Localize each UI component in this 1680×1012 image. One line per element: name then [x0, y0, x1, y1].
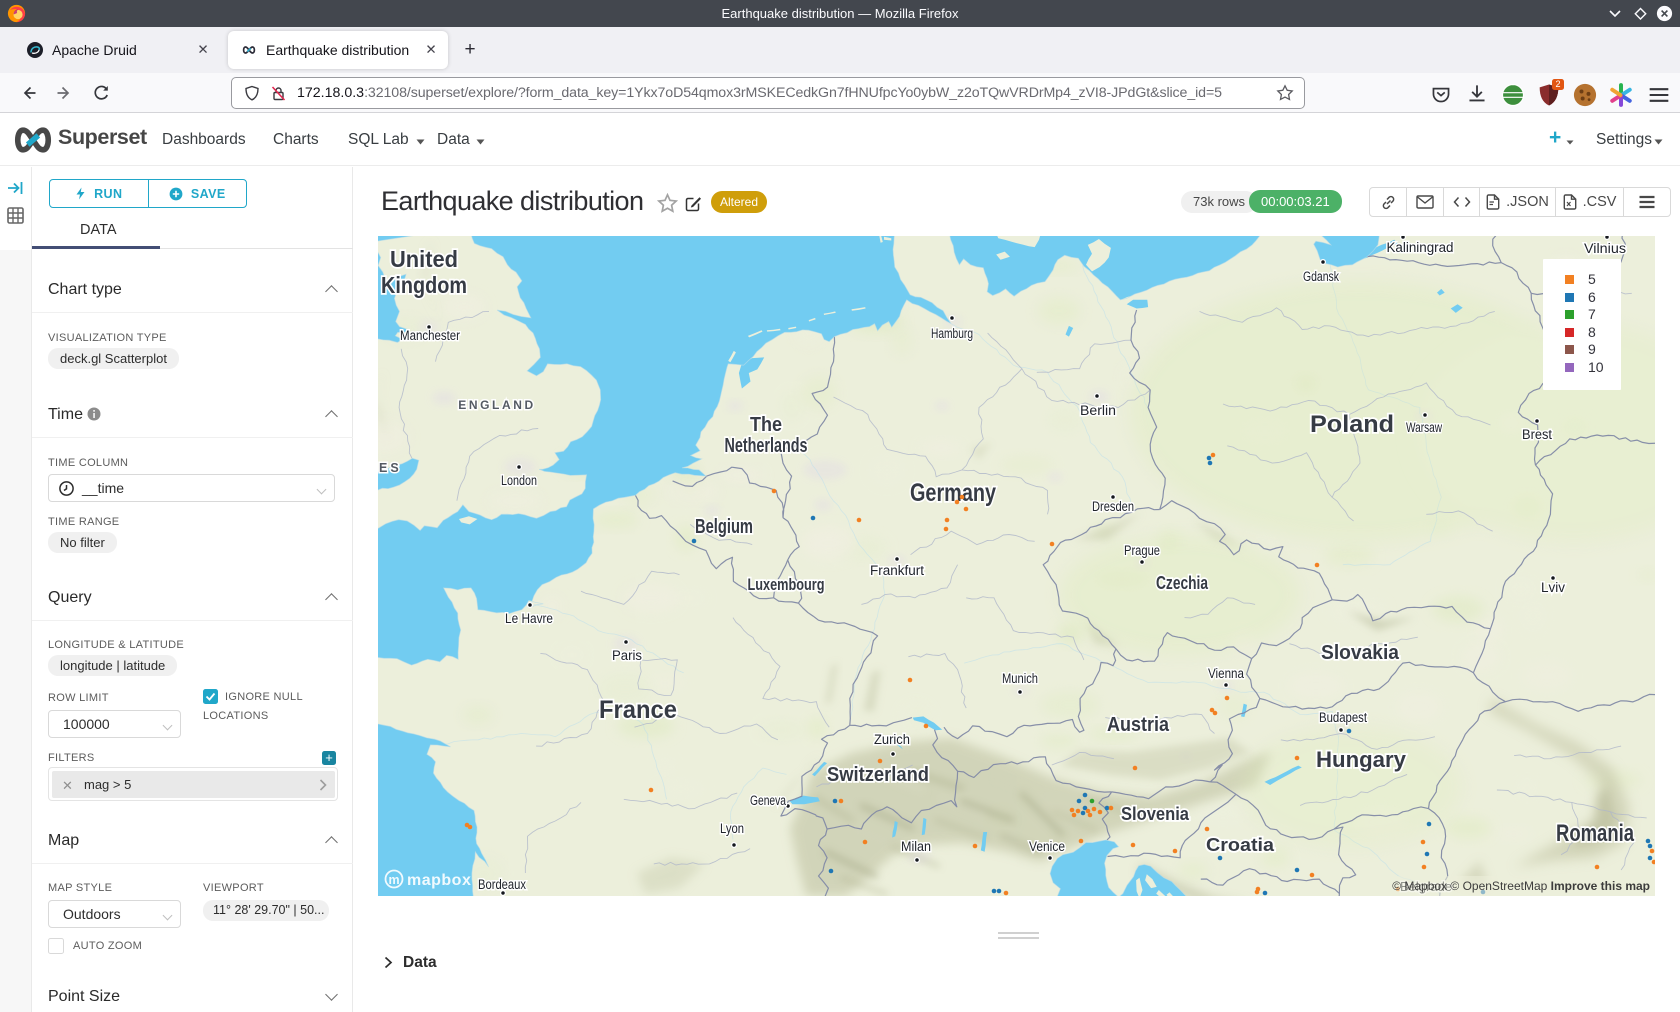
svg-text:London: London [501, 473, 537, 488]
svg-text:Switzerland: Switzerland [827, 764, 929, 786]
svg-text:m: m [389, 873, 400, 887]
svg-text:Zurich: Zurich [874, 732, 910, 747]
svg-text:Munich: Munich [1002, 671, 1038, 686]
svg-text:Croatia: Croatia [1206, 835, 1275, 855]
svg-text:Netherlands: Netherlands [725, 435, 808, 457]
svg-text:Poland: Poland [1310, 411, 1394, 438]
svg-text:© Mapbox © OpenStreetMap Impro: © Mapbox © OpenStreetMap Improve this ma… [1392, 879, 1650, 893]
svg-text:Kaliningrad: Kaliningrad [1387, 240, 1454, 255]
svg-text:Luxembourg: Luxembourg [748, 576, 825, 594]
svg-text:Frankfurt: Frankfurt [870, 563, 924, 578]
svg-text:ES: ES [379, 461, 402, 475]
svg-text:Czechia: Czechia [1156, 573, 1209, 593]
svg-text:9: 9 [1588, 341, 1596, 357]
svg-text:Lyon: Lyon [720, 821, 744, 836]
svg-text:Manchester: Manchester [400, 328, 460, 343]
svg-text:France: France [599, 696, 677, 724]
svg-text:Lviv: Lviv [1541, 580, 1565, 595]
svg-text:ENGLAND: ENGLAND [458, 398, 536, 412]
svg-text:mapbox: mapbox [407, 872, 471, 889]
svg-text:7: 7 [1588, 306, 1596, 322]
svg-text:6: 6 [1588, 289, 1596, 305]
svg-text:Paris: Paris [612, 648, 642, 663]
svg-text:Budapest: Budapest [1319, 710, 1367, 725]
svg-text:Hamburg: Hamburg [931, 326, 973, 341]
svg-text:Venice: Venice [1029, 839, 1065, 854]
svg-text:Belgium: Belgium [695, 516, 753, 538]
svg-text:Prague: Prague [1124, 543, 1160, 558]
svg-text:Milan: Milan [901, 839, 931, 854]
svg-text:Slovakia: Slovakia [1321, 642, 1400, 664]
svg-text:The: The [750, 414, 782, 436]
svg-text:Berlin: Berlin [1080, 403, 1116, 418]
svg-text:8: 8 [1588, 324, 1596, 340]
svg-text:Bordeaux: Bordeaux [478, 877, 526, 892]
svg-text:Vilnius: Vilnius [1584, 241, 1626, 256]
svg-text:Vienna: Vienna [1208, 666, 1244, 681]
svg-text:Le Havre: Le Havre [505, 611, 553, 626]
svg-text:10: 10 [1588, 359, 1604, 375]
svg-text:Warsaw: Warsaw [1406, 420, 1442, 435]
svg-text:Geneva: Geneva [750, 793, 786, 808]
svg-text:Dresden: Dresden [1092, 499, 1134, 514]
svg-text:Gdansk: Gdansk [1303, 269, 1339, 284]
svg-text:Romania: Romania [1556, 820, 1634, 847]
svg-text:Hungary: Hungary [1316, 747, 1407, 772]
svg-text:Brest: Brest [1522, 427, 1552, 442]
svg-text:5: 5 [1588, 271, 1596, 287]
svg-text:Slovenia: Slovenia [1121, 804, 1190, 824]
svg-text:Kingdom: Kingdom [381, 272, 467, 298]
svg-text:Austria: Austria [1107, 714, 1170, 736]
svg-text:Germany: Germany [910, 479, 996, 507]
svg-text:United: United [390, 246, 458, 272]
